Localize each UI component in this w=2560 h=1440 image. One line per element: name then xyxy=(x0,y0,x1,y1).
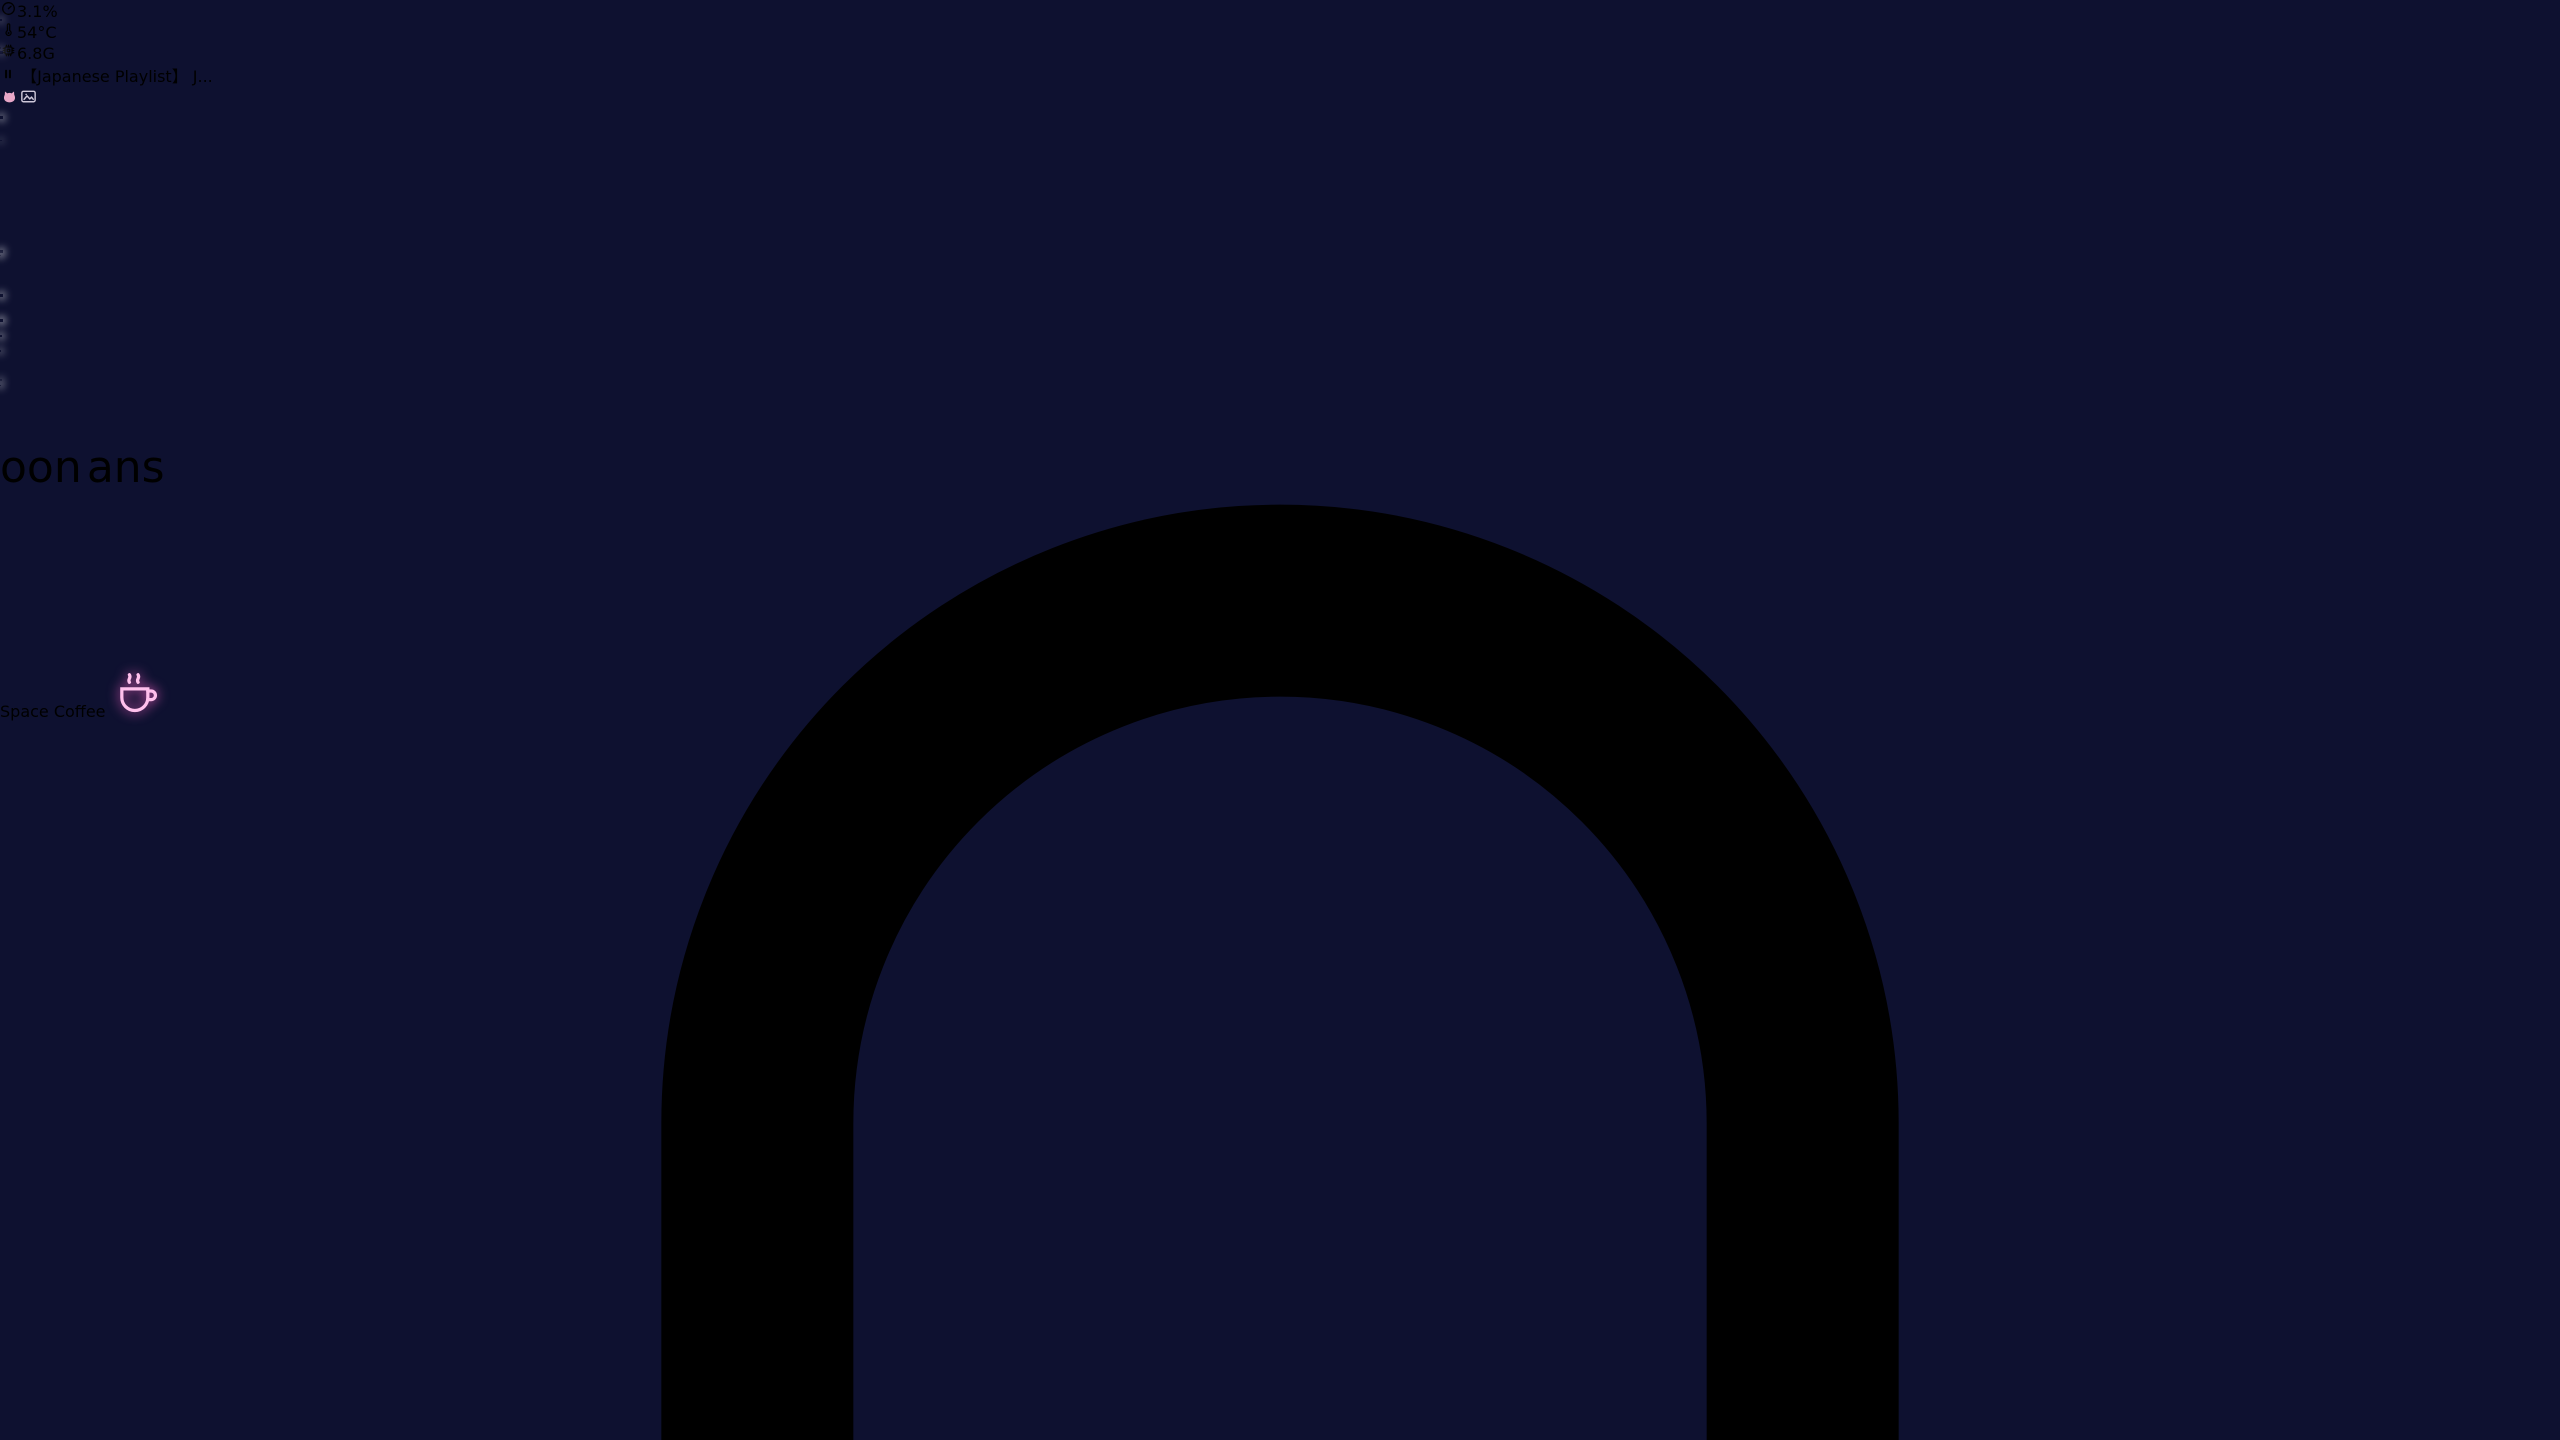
star xyxy=(0,230,3,233)
wallpaper: oon ans Space Coffee xyxy=(0,0,2560,1440)
crater xyxy=(0,1171,460,1341)
star xyxy=(0,202,2,204)
crater xyxy=(0,1341,440,1440)
plant xyxy=(0,493,44,533)
crater xyxy=(0,721,680,981)
neon-fragment: oon xyxy=(0,442,82,493)
shop-roof-tier xyxy=(0,388,364,410)
star xyxy=(0,316,2,318)
neon-sign-text: Space Coffee xyxy=(0,702,106,721)
neon-sign: Space Coffee xyxy=(0,665,2560,721)
star xyxy=(0,386,2,388)
desktop: oon ans Space Coffee xyxy=(0,0,2560,1440)
plant xyxy=(0,533,50,579)
neon-cup-icon xyxy=(111,665,163,717)
shop-window: oon ans xyxy=(0,442,2560,493)
crater xyxy=(0,981,500,1171)
plant xyxy=(0,579,46,621)
shop-roof-tier xyxy=(0,410,444,442)
plant xyxy=(0,621,48,665)
space-coffee-shop: oon ans Space Coffee xyxy=(0,388,2560,721)
neon-fragment: ans xyxy=(87,442,165,493)
